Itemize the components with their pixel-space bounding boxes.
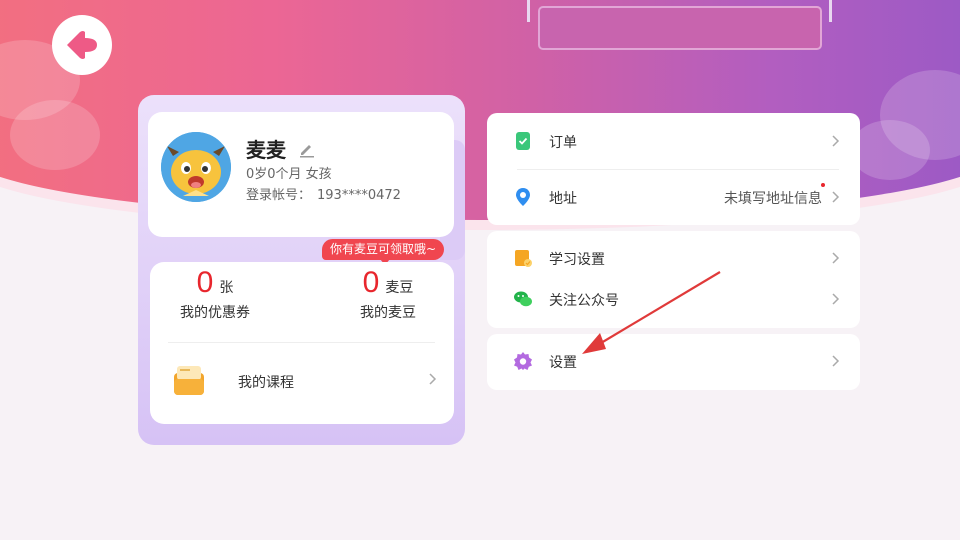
bean-unit: 麦豆 <box>385 280 414 296</box>
chevron-right-icon <box>832 293 840 305</box>
divider <box>168 342 435 343</box>
bean-caption: 我的麦豆 <box>360 305 416 321</box>
account-label: 登录帐号： <box>246 188 312 203</box>
menu-label: 地址 <box>549 191 577 207</box>
menu-item-study-settings[interactable]: 学习设置 <box>487 238 860 278</box>
menu-label: 学习设置 <box>549 252 605 268</box>
menu-item-follow-account[interactable]: 关注公众号 <box>487 279 860 319</box>
sign-rope <box>527 0 530 22</box>
back-arrow-icon <box>67 31 97 59</box>
address-value: 未填写地址信息 <box>724 191 822 207</box>
account-number: 193****0472 <box>317 188 401 203</box>
coupon-stat[interactable]: 0张 我的优惠券 <box>162 266 268 322</box>
user-account: 登录帐号： 193****0472 <box>246 184 401 203</box>
cloud-decoration <box>10 100 100 170</box>
coupon-caption: 我的优惠券 <box>180 305 250 321</box>
chevron-right-icon <box>832 252 840 264</box>
coupon-count: 0 <box>196 266 214 299</box>
back-button[interactable] <box>52 15 112 75</box>
menu-label: 订单 <box>549 135 577 151</box>
menu-item-address[interactable]: 地址 未填写地址信息 <box>487 177 860 217</box>
coupon-unit: 张 <box>219 280 234 296</box>
chevron-right-icon <box>832 355 840 367</box>
mascot-avatar-icon <box>161 132 231 202</box>
notification-dot <box>821 183 825 187</box>
study-book-icon <box>515 250 532 267</box>
divider <box>517 169 839 170</box>
sign-rope <box>829 0 832 22</box>
avatar[interactable] <box>161 132 231 202</box>
order-icon <box>516 132 530 150</box>
my-courses-link[interactable]: 我的课程 <box>238 372 294 392</box>
promo-bubble[interactable]: 你有麦豆可领取哦~ <box>322 239 445 265</box>
bean-count: 0 <box>362 266 380 299</box>
chevron-right-icon <box>429 373 437 385</box>
chevron-right-icon <box>832 191 840 203</box>
hanging-sign <box>538 6 822 50</box>
menu-item-orders[interactable]: 订单 <box>487 121 860 161</box>
cloud-decoration <box>850 120 930 180</box>
edit-pencil-icon[interactable] <box>298 140 316 158</box>
user-age-gender: 0岁0个月 女孩 <box>246 167 332 182</box>
menu-label: 设置 <box>549 355 577 371</box>
location-pin-icon <box>516 188 530 206</box>
bean-stat[interactable]: 0 麦豆 我的麦豆 <box>336 266 440 322</box>
wechat-icon <box>514 291 532 307</box>
menu-item-settings[interactable]: 设置 <box>487 341 860 381</box>
gear-icon <box>514 352 532 370</box>
chevron-right-icon <box>832 135 840 147</box>
course-box-icon <box>174 366 204 395</box>
user-name: 麦麦 <box>246 138 286 162</box>
menu-label: 关注公众号 <box>549 293 619 309</box>
